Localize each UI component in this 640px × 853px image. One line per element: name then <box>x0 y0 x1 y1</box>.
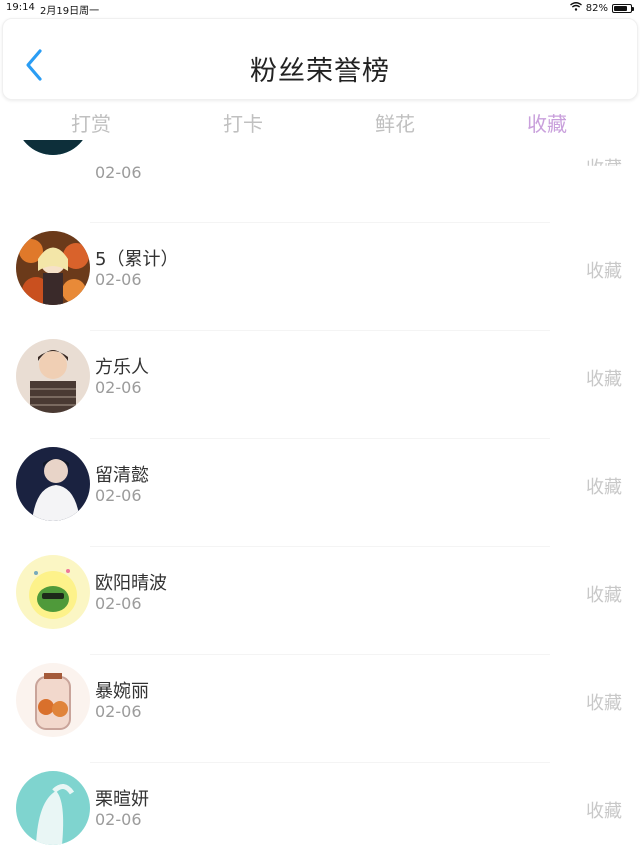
fan-name: 方乐人 <box>95 357 149 378</box>
avatar <box>16 663 90 737</box>
fan-date: 02-06 <box>95 486 142 505</box>
fan-date: 02-06 <box>95 594 142 613</box>
row-divider <box>90 222 550 223</box>
list-item[interactable]: 栗暄妍 02-06 收藏 <box>0 762 640 853</box>
fan-date: 02-06 <box>95 270 142 289</box>
nav-bar: 粉丝荣誉榜 <box>2 18 638 100</box>
tab-reward[interactable]: 打赏 <box>51 108 131 137</box>
avatar <box>16 140 90 155</box>
tab-flowers[interactable]: 鲜花 <box>355 108 435 137</box>
tab-favorites[interactable]: 收藏 <box>507 108 587 137</box>
list-item[interactable]: 欧阳晴波 02-06 收藏 <box>0 546 640 654</box>
tab-checkin[interactable]: 打卡 <box>203 108 283 137</box>
fan-name: 欧阳晴波 <box>95 573 167 594</box>
fan-name: 暴婉丽 <box>95 681 149 702</box>
page-title: 粉丝荣誉榜 <box>250 56 390 87</box>
battery-percent: 82% <box>585 2 608 14</box>
fan-name: 栗暄妍 <box>95 789 149 810</box>
favorite-action[interactable]: 收藏 <box>586 581 622 607</box>
fan-date: 02-06 <box>95 810 142 829</box>
favorite-action[interactable]: 收藏 <box>586 257 622 283</box>
row-divider <box>90 762 550 763</box>
avatar <box>16 447 90 521</box>
favorite-action[interactable]: 收藏 <box>586 154 622 166</box>
battery-icon <box>612 3 634 13</box>
fan-list[interactable]: 02-06 收藏 5（累计） 02-06 收藏 方乐人 02-06 收藏 留清懿… <box>0 140 640 853</box>
row-divider <box>90 330 550 331</box>
favorite-action[interactable]: 收藏 <box>586 797 622 823</box>
row-divider <box>90 438 550 439</box>
wifi-icon <box>569 2 582 14</box>
favorite-action[interactable]: 收藏 <box>586 689 622 715</box>
status-time: 19:14 <box>6 2 35 13</box>
favorite-action[interactable]: 收藏 <box>586 365 622 391</box>
fan-date: 02-06 <box>95 702 142 721</box>
list-item[interactable]: 5（累计） 02-06 收藏 <box>0 222 640 330</box>
fan-name: 留清懿 <box>95 465 149 486</box>
row-divider <box>90 654 550 655</box>
list-item[interactable]: 方乐人 02-06 收藏 <box>0 330 640 438</box>
avatar <box>16 339 90 413</box>
tab-bar: 打赏 打卡 鲜花 收藏 <box>0 104 640 140</box>
status-bar: 19:14 2月19日周一 82% <box>0 0 640 17</box>
favorite-action[interactable]: 收藏 <box>586 473 622 499</box>
avatar <box>16 771 90 845</box>
list-item[interactable]: 02-06 收藏 <box>0 140 640 182</box>
status-date: 2月19日周一 <box>40 6 100 17</box>
row-divider <box>90 546 550 547</box>
fan-date: 02-06 <box>95 378 142 397</box>
list-item[interactable]: 暴婉丽 02-06 收藏 <box>0 654 640 762</box>
status-right: 82% <box>569 2 634 14</box>
avatar <box>16 555 90 629</box>
avatar <box>16 231 90 305</box>
fan-name: 5（累计） <box>95 249 179 270</box>
list-item[interactable]: 留清懿 02-06 收藏 <box>0 438 640 546</box>
fan-date: 02-06 <box>95 163 142 182</box>
